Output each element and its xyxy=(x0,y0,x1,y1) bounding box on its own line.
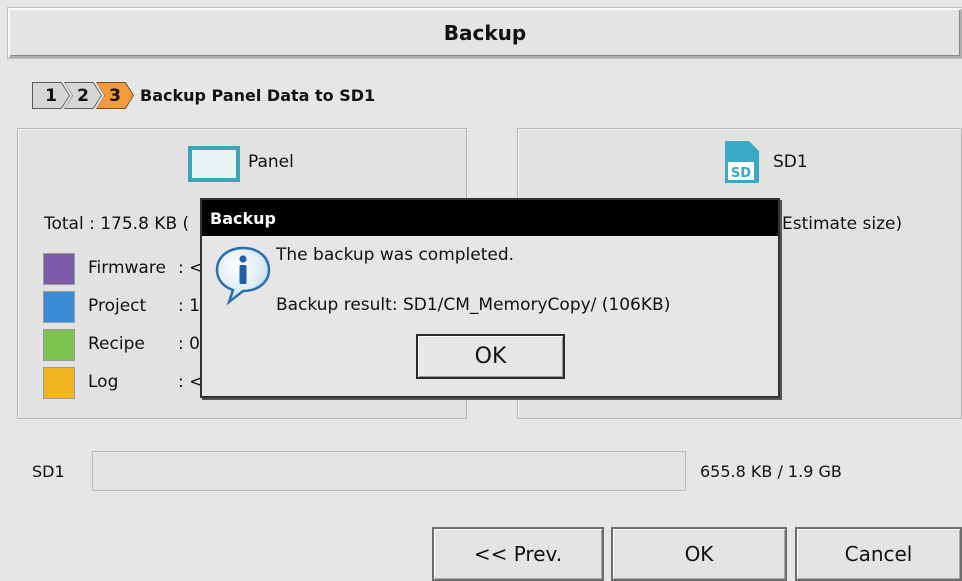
storage-usage-text: 655.8 KB / 1.9 GB xyxy=(700,462,842,481)
destination-name: SD1 xyxy=(773,152,808,172)
dialog-message: The backup was completed. xyxy=(276,245,515,265)
dialog-ok-button[interactable]: OK xyxy=(416,334,565,379)
source-total: Total : 175.8 KB ( xyxy=(44,214,190,234)
legend-value-project: : 1 xyxy=(178,296,200,316)
step-indicator: 1 2 3 Backup Panel Data to SD1 xyxy=(32,82,375,109)
legend-swatch-project xyxy=(43,291,75,323)
window-title: Backup xyxy=(443,21,527,45)
ok-button[interactable]: OK xyxy=(611,527,787,581)
storage-usage-bar xyxy=(92,451,686,491)
legend-swatch-log xyxy=(43,367,75,399)
legend-label-log: Log xyxy=(88,372,119,392)
legend-label-firmware: Firmware xyxy=(88,258,166,278)
dialog-result: Backup result: SD1/CM_MemoryCopy/ (106KB… xyxy=(276,295,671,315)
destination-estimate: Estimate size) xyxy=(782,214,903,234)
sd-card-icon: SD xyxy=(725,141,759,183)
step-title: Backup Panel Data to SD1 xyxy=(140,86,376,105)
legend-value-recipe: : 0 xyxy=(178,334,200,354)
source-name: Panel xyxy=(248,152,294,172)
cancel-button[interactable]: Cancel xyxy=(795,527,962,581)
legend-label-project: Project xyxy=(88,296,147,316)
dialog-title: Backup xyxy=(210,208,276,228)
window-title-bar: Backup xyxy=(8,8,962,58)
legend-label-recipe: Recipe xyxy=(88,334,145,354)
legend-swatch-recipe xyxy=(43,329,75,361)
storage-label: SD1 xyxy=(32,462,65,481)
step-1: 1 xyxy=(32,82,70,109)
panel-icon xyxy=(188,146,240,182)
dialog-title-bar: Backup xyxy=(202,200,778,236)
info-icon xyxy=(215,246,271,306)
svg-text:SD: SD xyxy=(731,166,751,181)
legend-swatch-firmware xyxy=(43,253,75,285)
prev-button[interactable]: << Prev. xyxy=(432,527,604,581)
